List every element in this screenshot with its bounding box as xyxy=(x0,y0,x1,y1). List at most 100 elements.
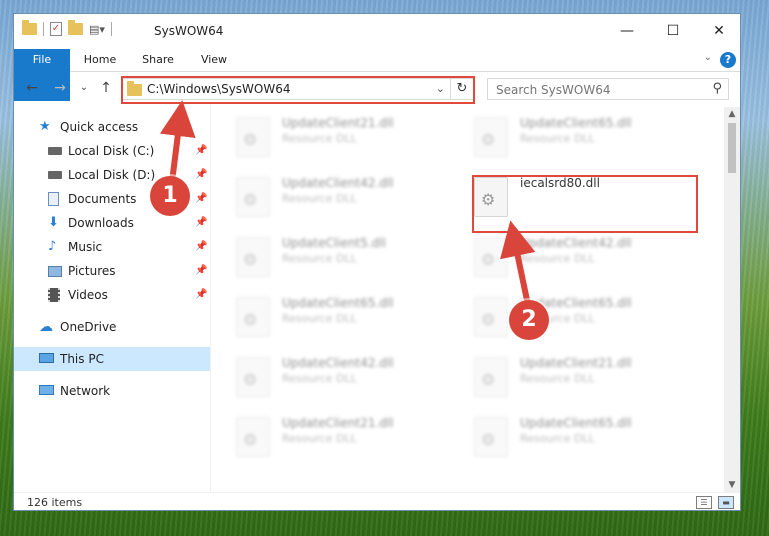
sidebar-item-this-pc[interactable]: This PC xyxy=(14,347,210,371)
up-button[interactable]: ↑ xyxy=(98,80,114,96)
properties-icon[interactable]: ✓ xyxy=(50,22,62,36)
file-name: UpdateClient65.dll xyxy=(520,116,632,130)
pin-icon[interactable]: 📌 xyxy=(195,139,207,163)
dll-file-icon xyxy=(236,117,270,157)
back-button[interactable]: ← xyxy=(24,80,40,96)
list-item[interactable]: UpdateClient65.dll Resource DLL xyxy=(452,287,672,339)
file-description: Resource DLL xyxy=(282,132,357,145)
list-item[interactable]: UpdateClient42.dll Resource DLL xyxy=(452,227,672,279)
download-icon: ⬇ xyxy=(48,215,59,230)
file-list: UpdateClient21.dll Resource DLL UpdateCl… xyxy=(214,107,724,492)
pin-icon[interactable]: 📌 xyxy=(195,235,207,259)
large-icons-view-icon[interactable]: ▬ xyxy=(718,496,734,509)
scroll-up-icon[interactable]: ▲ xyxy=(724,107,740,121)
sidebar-item-quick-access[interactable]: ★ Quick access xyxy=(14,115,210,139)
ribbon-tabs: File Home Share View ⌄ ? xyxy=(14,49,740,101)
step-marker-1: 1 xyxy=(150,176,190,216)
pin-icon[interactable]: 📌 xyxy=(195,187,207,211)
dll-file-icon xyxy=(474,117,508,157)
file-name: UpdateClient65.dll xyxy=(282,296,394,310)
new-folder-icon[interactable] xyxy=(68,20,83,35)
dll-file-icon xyxy=(474,237,508,277)
sidebar-item-label: Downloads xyxy=(68,216,134,230)
tab-view[interactable]: View xyxy=(192,49,236,71)
dll-file-icon xyxy=(236,297,270,337)
sidebar-item-videos[interactable]: Videos 📌 xyxy=(14,283,210,307)
sidebar-item-music[interactable]: ♪ Music 📌 xyxy=(14,235,210,259)
sidebar-item-onedrive[interactable]: ☁ OneDrive xyxy=(14,315,210,339)
documents-icon xyxy=(48,192,59,206)
file-highlight-box xyxy=(472,175,698,233)
list-item[interactable]: UpdateClient65.dll Resource DLL xyxy=(452,107,672,159)
minimize-button[interactable]: — xyxy=(604,14,650,48)
computer-icon xyxy=(39,353,54,363)
close-button[interactable]: ✕ xyxy=(696,14,740,48)
file-name: UpdateClient42.dll xyxy=(282,356,394,370)
file-description: Resource DLL xyxy=(282,252,357,265)
dll-file-icon xyxy=(236,417,270,457)
sidebar-item-local-disk-c[interactable]: Local Disk (C:) 📌 xyxy=(14,139,210,163)
vertical-scrollbar[interactable]: ▲ ▼ xyxy=(724,107,740,492)
sidebar-item-label: Local Disk (C:) xyxy=(68,144,155,158)
tab-share[interactable]: Share xyxy=(136,49,180,71)
file-description: Resource DLL xyxy=(520,372,595,385)
list-item[interactable]: UpdateClient21.dll Resource DLL xyxy=(214,107,434,159)
details-view-icon[interactable]: ☰ xyxy=(696,496,712,509)
list-item[interactable]: UpdateClient65.dll Resource DLL xyxy=(452,407,672,459)
file-description: Resource DLL xyxy=(282,192,357,205)
maximize-button[interactable]: ☐ xyxy=(650,14,696,48)
file-name: UpdateClient42.dll xyxy=(282,176,394,190)
sidebar-item-label: Videos xyxy=(68,288,108,302)
scroll-down-icon[interactable]: ▼ xyxy=(724,478,740,492)
file-name: UpdateClient5.dll xyxy=(282,236,386,250)
sidebar-item-label: Pictures xyxy=(68,264,116,278)
list-item[interactable]: UpdateClient21.dll Resource DLL xyxy=(452,347,672,399)
file-description: Resource DLL xyxy=(520,252,595,265)
file-description: Resource DLL xyxy=(520,132,595,145)
list-item[interactable]: UpdateClient65.dll Resource DLL xyxy=(214,287,434,339)
file-name: UpdateClient65.dll xyxy=(520,416,632,430)
file-description: Resource DLL xyxy=(520,432,595,445)
dll-file-icon xyxy=(474,297,508,337)
pin-icon[interactable]: 📌 xyxy=(195,283,207,307)
list-item[interactable]: UpdateClient42.dll Resource DLL xyxy=(214,167,434,219)
file-description: Resource DLL xyxy=(282,372,357,385)
status-bar: 126 items ☰ ▬ xyxy=(14,492,740,510)
pin-icon[interactable]: 📌 xyxy=(195,259,207,283)
dll-file-icon xyxy=(474,357,508,397)
address-highlight-box xyxy=(121,76,475,104)
list-item[interactable]: UpdateClient5.dll Resource DLL xyxy=(214,227,434,279)
step-marker-2: 2 xyxy=(509,300,549,340)
window-title: SysWOW64 xyxy=(154,24,224,38)
toolbar-separator xyxy=(110,22,112,36)
explorer-window: ✓ ▤▾ SysWOW64 — ☐ ✕ File Home Share View… xyxy=(13,13,741,511)
search-box[interactable]: ⚲ xyxy=(487,78,729,100)
pin-icon[interactable]: 📌 xyxy=(195,163,207,187)
network-icon xyxy=(39,385,54,395)
pin-icon[interactable]: 📌 xyxy=(195,211,207,235)
item-count: 126 items xyxy=(27,496,83,509)
list-item[interactable]: UpdateClient21.dll Resource DLL xyxy=(214,407,434,459)
scroll-thumb[interactable] xyxy=(728,123,736,173)
star-icon: ★ xyxy=(39,119,51,134)
folder-icon xyxy=(22,20,37,35)
sidebar-item-label: Network xyxy=(60,384,111,398)
help-icon[interactable]: ? xyxy=(720,52,736,68)
sidebar-item-label: Documents xyxy=(68,192,137,206)
forward-button[interactable]: → xyxy=(52,80,68,96)
sidebar-item-pictures[interactable]: Pictures 📌 xyxy=(14,259,210,283)
sidebar-item-downloads[interactable]: ⬇ Downloads 📌 xyxy=(14,211,210,235)
pictures-icon xyxy=(48,266,62,277)
file-name: UpdateClient21.dll xyxy=(282,116,394,130)
sidebar-item-network[interactable]: Network xyxy=(14,379,210,403)
customize-toolbar-icon[interactable]: ▤▾ xyxy=(89,23,105,36)
list-item[interactable]: UpdateClient42.dll Resource DLL xyxy=(214,347,434,399)
sidebar-item-label: OneDrive xyxy=(60,320,117,334)
collapse-ribbon-icon[interactable]: ⌄ xyxy=(704,52,712,63)
search-input[interactable] xyxy=(494,80,708,100)
file-description: Resource DLL xyxy=(282,432,357,445)
recent-locations-button[interactable]: ⌄ xyxy=(76,80,92,96)
tab-home[interactable]: Home xyxy=(78,49,122,71)
pane-divider xyxy=(210,104,211,492)
search-icon[interactable]: ⚲ xyxy=(712,81,722,96)
